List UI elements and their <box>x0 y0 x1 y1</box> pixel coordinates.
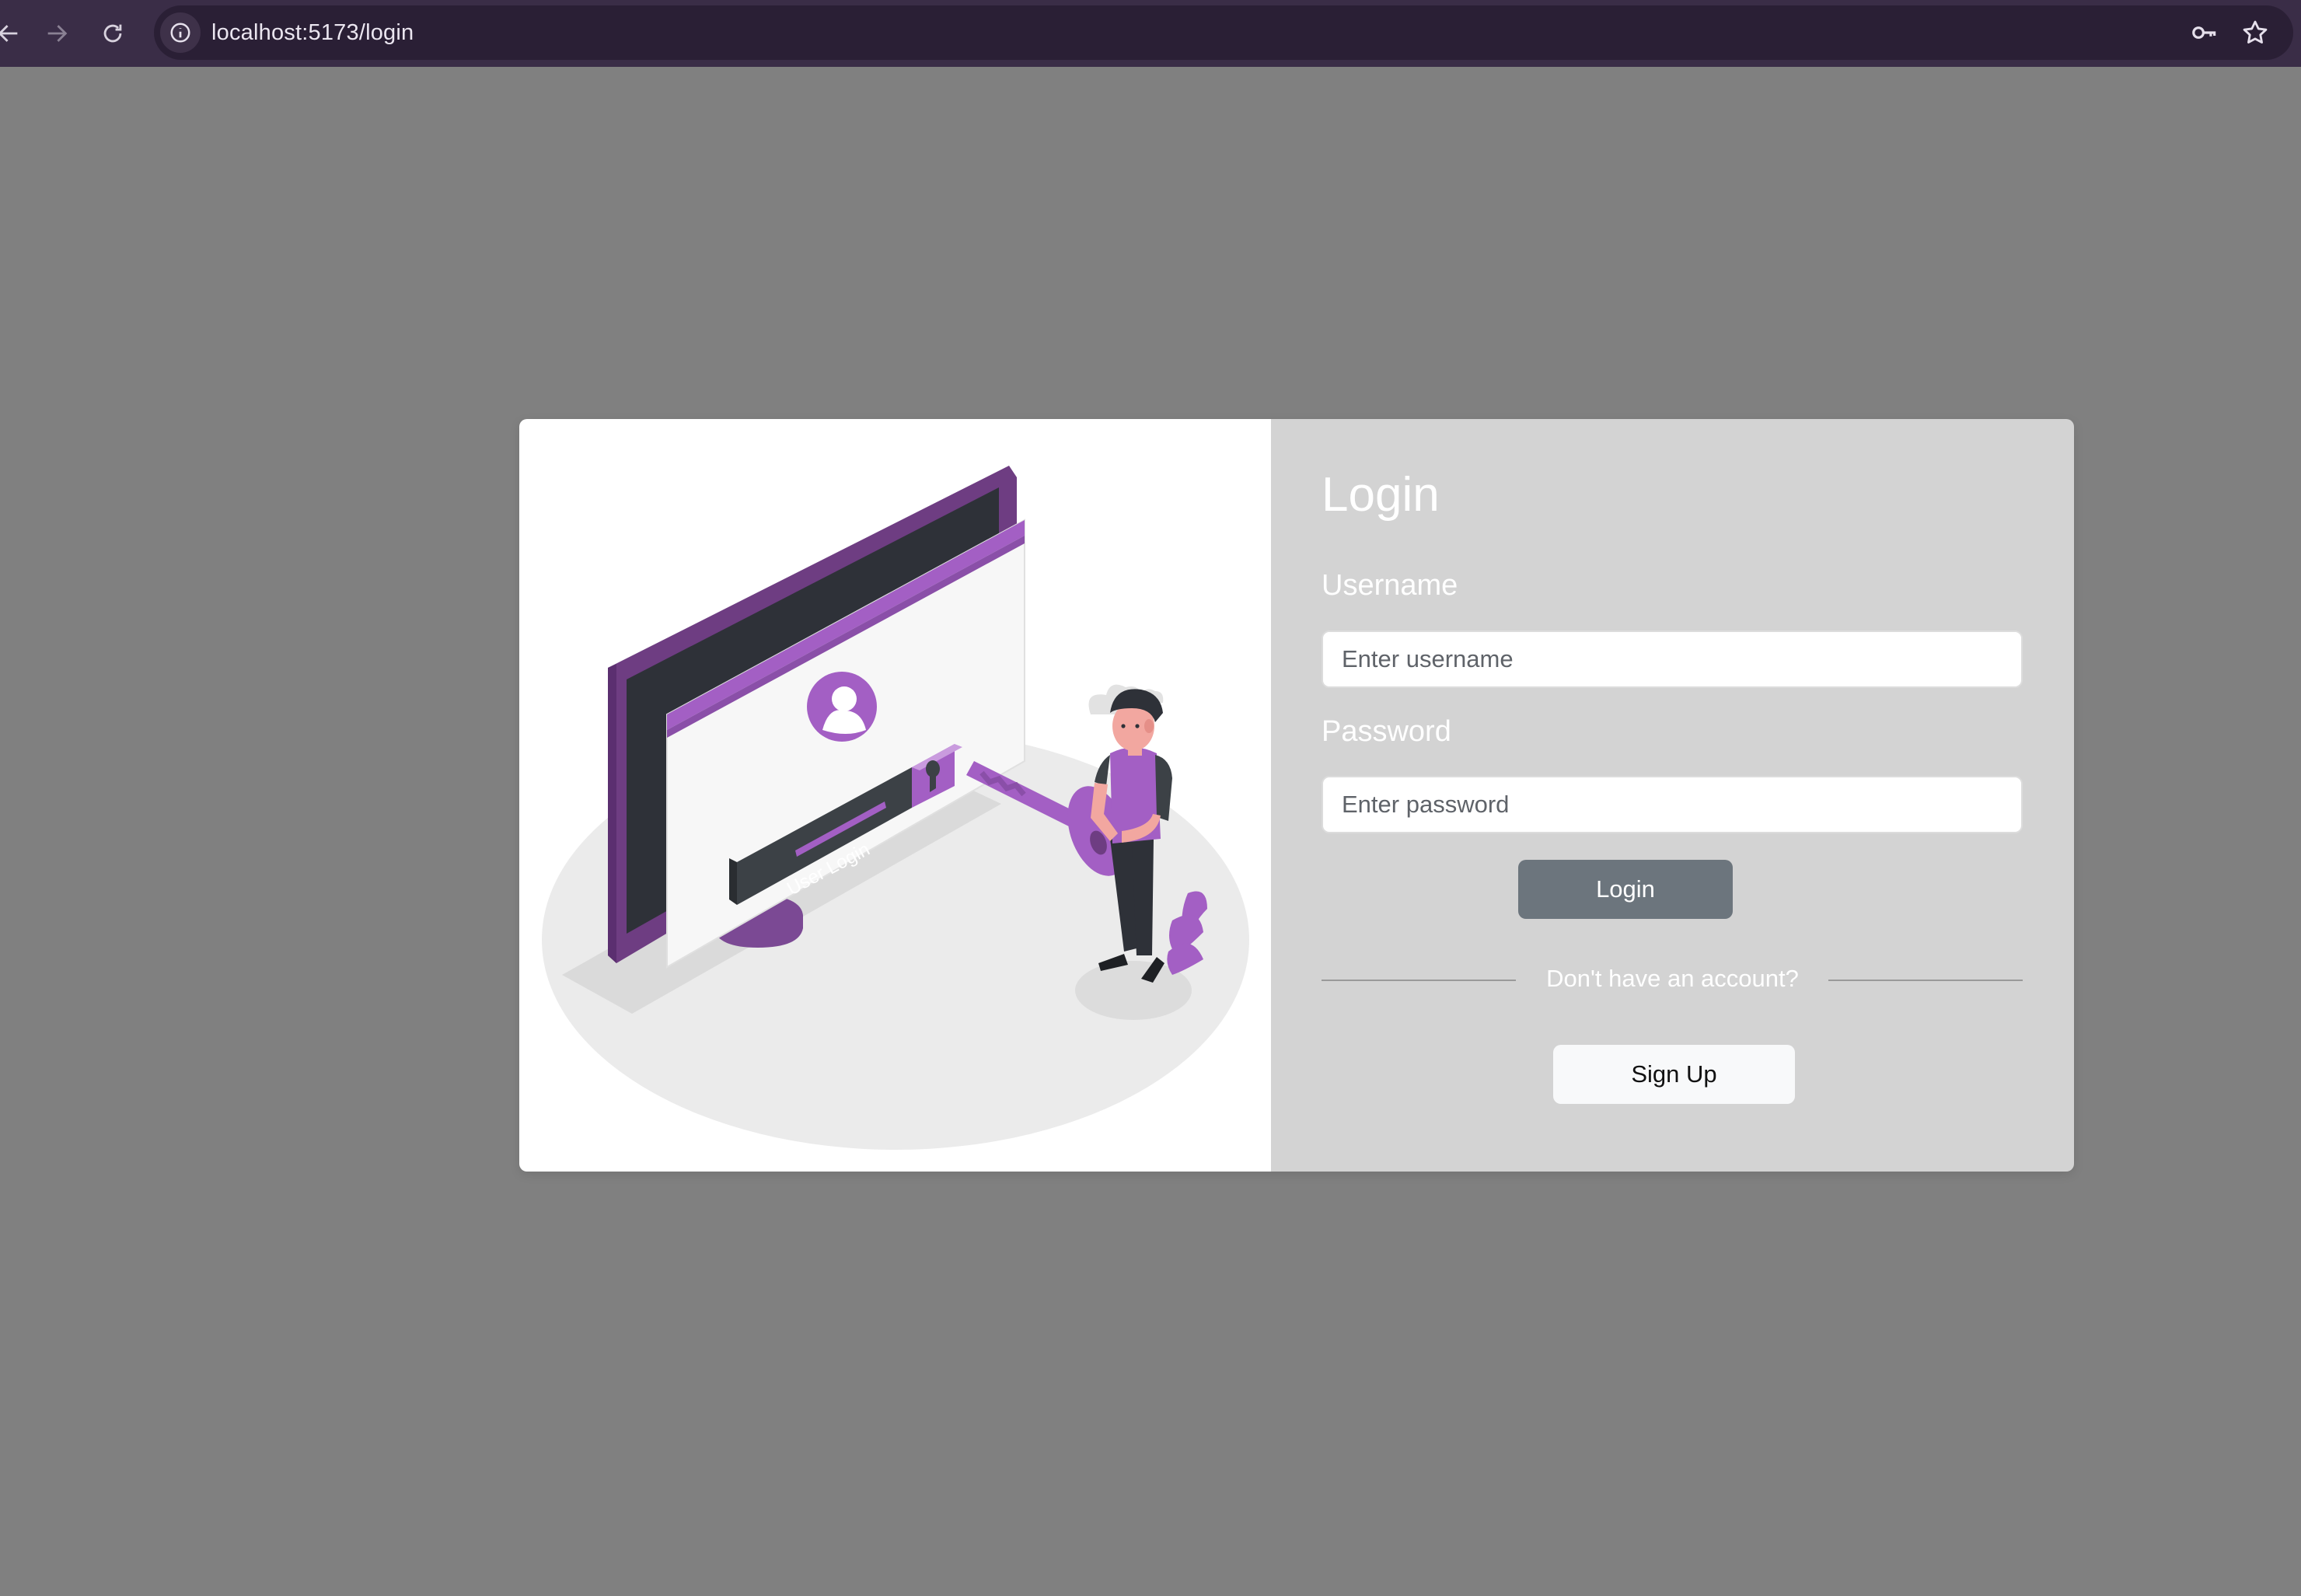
reload-button[interactable] <box>93 14 132 53</box>
illustration-panel: User Login <box>519 419 1271 1172</box>
star-icon <box>2243 20 2268 44</box>
password-label: Password <box>1322 715 1451 748</box>
address-bar[interactable]: localhost:5173/login <box>154 5 2293 60</box>
bookmark-button[interactable] <box>2237 15 2273 51</box>
login-card: User Login Login Username Enter username… <box>519 419 2074 1172</box>
login-title: Login <box>1322 468 1440 522</box>
signup-prompt: Don't have an account? <box>1546 965 1799 992</box>
url-text[interactable]: localhost:5173/login <box>211 5 414 60</box>
username-label: Username <box>1322 569 1458 602</box>
password-input[interactable] <box>1322 776 2023 833</box>
user-login-illustration: User Login <box>542 466 1249 1150</box>
login-form-panel: Login Username Password Login Don't have… <box>1271 419 2074 1172</box>
arrow-right-icon <box>47 25 68 42</box>
signup-button[interactable]: Sign Up <box>1553 1045 1795 1104</box>
forward-button[interactable] <box>37 14 76 53</box>
back-button[interactable] <box>0 14 28 53</box>
reload-icon <box>103 24 122 43</box>
info-icon <box>170 23 190 43</box>
divider-line-right <box>1828 980 2023 981</box>
password-manager-button[interactable] <box>2187 15 2222 51</box>
arrow-left-icon <box>0 25 18 42</box>
username-input[interactable] <box>1322 630 2023 688</box>
key-icon <box>2192 26 2216 39</box>
site-info-button[interactable] <box>160 12 201 53</box>
login-button[interactable]: Login <box>1518 860 1733 919</box>
browser-toolbar: localhost:5173/login <box>0 0 2301 67</box>
